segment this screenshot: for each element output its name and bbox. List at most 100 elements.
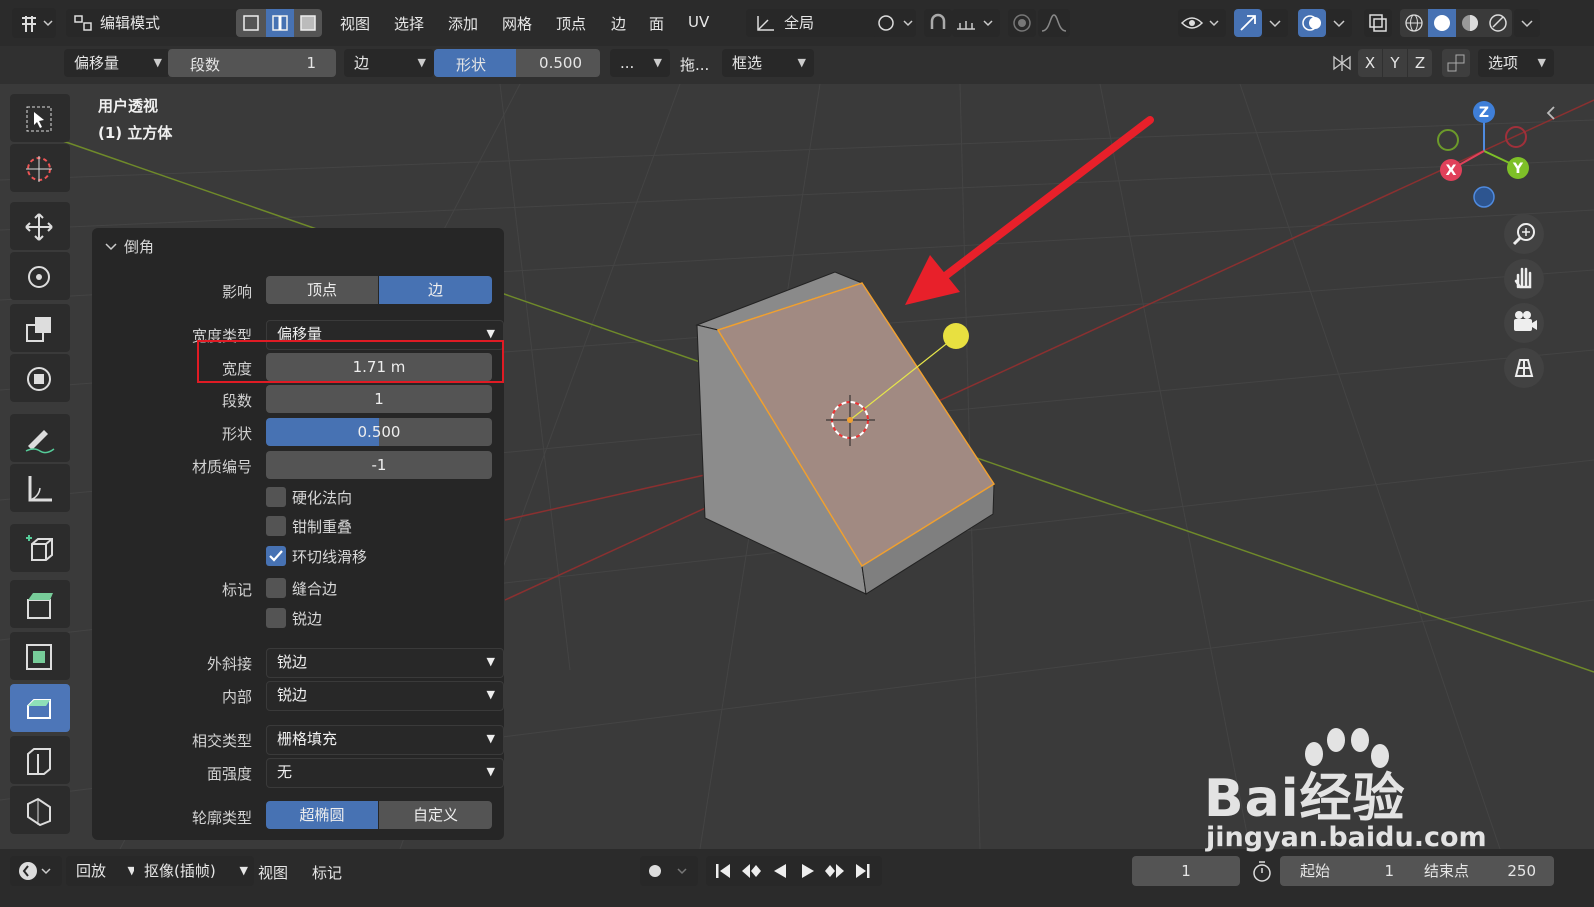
tool-inset[interactable] bbox=[10, 632, 70, 680]
tool-measure[interactable] bbox=[10, 464, 70, 512]
bevel-object[interactable] bbox=[695, 271, 996, 595]
tool-knife[interactable] bbox=[10, 786, 70, 834]
navigation-gizmo[interactable]: Z Y X bbox=[1430, 95, 1540, 215]
menu-mesh[interactable]: 网格 bbox=[502, 13, 532, 34]
start-frame-field[interactable]: 起始 1 bbox=[1280, 856, 1412, 886]
menu-add[interactable]: 添加 bbox=[448, 13, 478, 34]
shape-field[interactable]: 0.500 bbox=[266, 418, 492, 446]
profile-custom-button[interactable]: 自定义 bbox=[379, 801, 492, 829]
timeline-view-menu[interactable]: 视图 bbox=[258, 862, 288, 883]
menu-edge[interactable]: 边 bbox=[611, 13, 626, 34]
menu-uv[interactable]: UV bbox=[688, 13, 709, 31]
tool-transform[interactable] bbox=[10, 354, 70, 402]
symmetry-button[interactable] bbox=[1328, 49, 1356, 77]
timeline-editor-type[interactable] bbox=[10, 856, 62, 886]
pan-button[interactable] bbox=[1504, 259, 1544, 299]
pivot-button[interactable] bbox=[872, 9, 916, 37]
gizmo-toggle[interactable] bbox=[1234, 9, 1262, 37]
tool-add-cube[interactable] bbox=[10, 524, 70, 572]
more-options-dropdown[interactable]: ... ▼ bbox=[610, 49, 670, 77]
menu-view[interactable]: 视图 bbox=[340, 13, 370, 34]
face-select-button[interactable] bbox=[294, 9, 322, 37]
jump-start-icon[interactable] bbox=[710, 856, 736, 886]
shading-rendered[interactable] bbox=[1484, 9, 1512, 37]
perspective-button[interactable] bbox=[1504, 348, 1544, 388]
select-mode-dropdown[interactable]: 框选 ▼ bbox=[722, 49, 814, 77]
zoom-button[interactable] bbox=[1504, 214, 1544, 254]
vertex-select-button[interactable] bbox=[236, 9, 266, 37]
mark-seam-checkbox[interactable] bbox=[266, 578, 286, 598]
keying-dropdown[interactable]: 抠像(插帧) ▼ bbox=[134, 856, 254, 886]
segments-field[interactable]: 段数 1 bbox=[168, 49, 336, 77]
preview-range-toggle[interactable] bbox=[1248, 856, 1276, 886]
intersection-select[interactable]: 栅格填充 ▼ bbox=[266, 725, 504, 755]
editor-type-button[interactable] bbox=[12, 8, 56, 38]
prev-keyframe-icon[interactable] bbox=[738, 856, 764, 886]
cursor-3d-icon bbox=[26, 156, 52, 182]
falloff-dropdown[interactable] bbox=[1038, 9, 1070, 37]
shading-solid[interactable] bbox=[1428, 9, 1456, 37]
drag-label[interactable]: 拖... bbox=[680, 54, 709, 75]
mark-sharp-checkbox[interactable] bbox=[266, 608, 286, 628]
timeline-marker-menu[interactable]: 标记 bbox=[312, 862, 342, 883]
tool-move[interactable] bbox=[10, 202, 70, 250]
shading-material[interactable] bbox=[1456, 9, 1484, 37]
harden-normals-checkbox[interactable] bbox=[266, 487, 286, 507]
xray-toggle[interactable] bbox=[1364, 9, 1392, 37]
affect-dropdown[interactable]: 边 ▼ bbox=[344, 49, 434, 77]
overlay-toggle[interactable] bbox=[1298, 9, 1326, 37]
overlay-dropdown[interactable] bbox=[1326, 9, 1352, 37]
snap-toggle[interactable] bbox=[924, 9, 952, 37]
play-reverse-icon[interactable] bbox=[766, 856, 792, 886]
tool-annotate[interactable] bbox=[10, 414, 70, 462]
shape-field[interactable]: 形状 0.500 bbox=[434, 49, 600, 77]
options-dropdown[interactable]: 选项 ▼ bbox=[1478, 49, 1554, 77]
edge-select-button[interactable] bbox=[266, 9, 294, 37]
shading-wireframe[interactable] bbox=[1400, 9, 1428, 37]
tool-cursor[interactable] bbox=[10, 144, 70, 192]
width-type-dropdown[interactable]: 偏移量 ▼ bbox=[64, 49, 170, 77]
tool-select-box[interactable] bbox=[10, 94, 70, 142]
playback-dropdown[interactable]: 回放 ▼ bbox=[66, 856, 142, 886]
tool-bevel[interactable] bbox=[10, 684, 70, 732]
menu-select[interactable]: 选择 bbox=[394, 13, 424, 34]
jump-end-icon[interactable] bbox=[850, 856, 876, 886]
current-frame-field[interactable]: 1 bbox=[1132, 856, 1240, 886]
gizmo-dropdown[interactable] bbox=[1262, 9, 1288, 37]
miter-outer-select[interactable]: 锐边 ▼ bbox=[266, 648, 504, 678]
light-icon[interactable] bbox=[943, 323, 969, 349]
material-field[interactable]: -1 bbox=[266, 451, 492, 479]
clamp-overlap-checkbox[interactable] bbox=[266, 516, 286, 536]
proportional-edit-toggle[interactable] bbox=[1008, 9, 1036, 37]
watermark-url: jingyan.baidu.com bbox=[1206, 822, 1487, 853]
mirror-z-toggle[interactable]: Z bbox=[1408, 49, 1432, 77]
tool-rotate[interactable] bbox=[10, 252, 70, 300]
miter-inner-select[interactable]: 锐边 ▼ bbox=[266, 681, 504, 711]
affect-edges-button[interactable]: 边 bbox=[379, 276, 492, 304]
next-keyframe-icon[interactable] bbox=[822, 856, 848, 886]
tool-loop-cut[interactable] bbox=[10, 736, 70, 784]
camera-button[interactable] bbox=[1504, 303, 1544, 343]
snap-target-dropdown[interactable] bbox=[952, 9, 1000, 37]
segments-field[interactable]: 1 bbox=[266, 385, 492, 413]
profile-superellipse-button[interactable]: 超椭圆 bbox=[266, 801, 378, 829]
chevron-down-icon[interactable] bbox=[104, 241, 118, 253]
face-strength-select[interactable]: 无 ▼ bbox=[266, 758, 504, 788]
sidebar-toggle-icon[interactable] bbox=[1544, 104, 1558, 122]
menu-face[interactable]: 面 bbox=[649, 13, 664, 34]
shading-dropdown[interactable] bbox=[1514, 9, 1540, 37]
menu-vertex[interactable]: 顶点 bbox=[556, 13, 586, 34]
loop-slide-checkbox[interactable] bbox=[266, 546, 286, 566]
end-frame-field[interactable]: 结束点 250 bbox=[1404, 856, 1554, 886]
auto-keying-toggle[interactable] bbox=[640, 856, 698, 886]
panel-title[interactable]: 倒角 bbox=[124, 236, 154, 257]
affect-vertices-button[interactable]: 顶点 bbox=[266, 276, 378, 304]
mirror-y-toggle[interactable]: Y bbox=[1383, 49, 1407, 77]
mode-dropdown[interactable]: 编辑模式▼ bbox=[66, 9, 260, 37]
mirror-x-toggle[interactable]: X bbox=[1358, 49, 1382, 77]
tool-scale[interactable] bbox=[10, 304, 70, 352]
tool-extrude[interactable] bbox=[10, 580, 70, 628]
play-icon[interactable] bbox=[794, 856, 820, 886]
visibility-dropdown[interactable] bbox=[1178, 9, 1226, 37]
auto-merge-toggle[interactable] bbox=[1442, 49, 1470, 77]
